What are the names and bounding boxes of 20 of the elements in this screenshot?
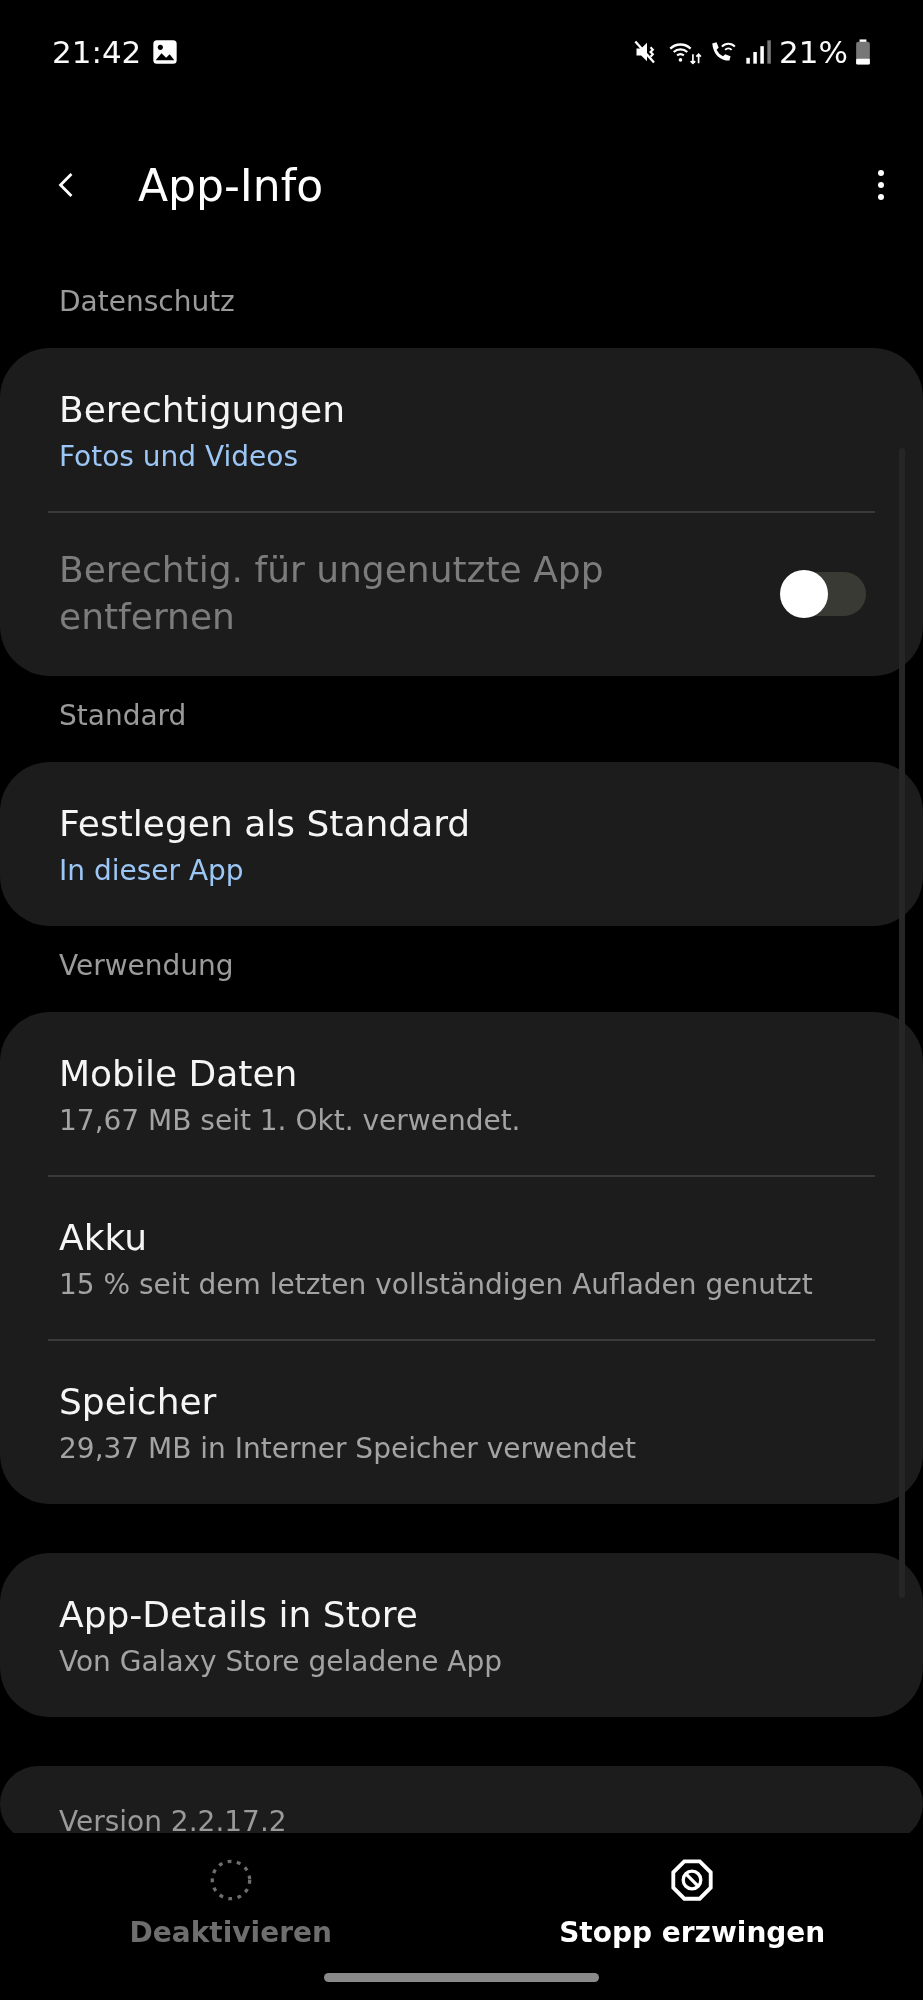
section-header: Datenschutz bbox=[58, 284, 236, 320]
signal-icon bbox=[744, 38, 773, 66]
stop-icon bbox=[670, 1857, 715, 1902]
section-header: Verwendung bbox=[58, 948, 235, 984]
settings-item[interactable]: Festlegen als Standard In dieser App bbox=[0, 763, 923, 925]
action-button[interactable]: Stopp erzwingen bbox=[461, 1833, 923, 1973]
dashed-circle-icon bbox=[208, 1857, 253, 1902]
battery-icon bbox=[855, 38, 871, 66]
status-time: 21:42 bbox=[52, 34, 142, 70]
section-header: Standard bbox=[58, 698, 188, 734]
version-text: Version 2.2.17.2 bbox=[59, 1808, 288, 1833]
settings-item[interactable]: Speicher 29,37 MB in Interner Speicher verwendet bbox=[0, 1341, 923, 1503]
more-icon bbox=[877, 168, 885, 202]
settings-item[interactable]: App-Details in Store Von Galaxy Store geladene App bbox=[0, 1554, 923, 1716]
settings-item[interactable]: Akku 15 % seit dem letzten vollständigen Aufladen genutzt bbox=[0, 1177, 923, 1339]
battery-level: 21% bbox=[779, 34, 848, 70]
page-title: App-Info bbox=[138, 159, 325, 211]
image-icon bbox=[151, 38, 180, 66]
settings-item[interactable]: Mobile Daten 17,67 MB seit 1. Okt. verwendet. bbox=[0, 1013, 923, 1175]
settings-item[interactable]: Berechtigungen Fotos und Videos bbox=[0, 349, 923, 511]
